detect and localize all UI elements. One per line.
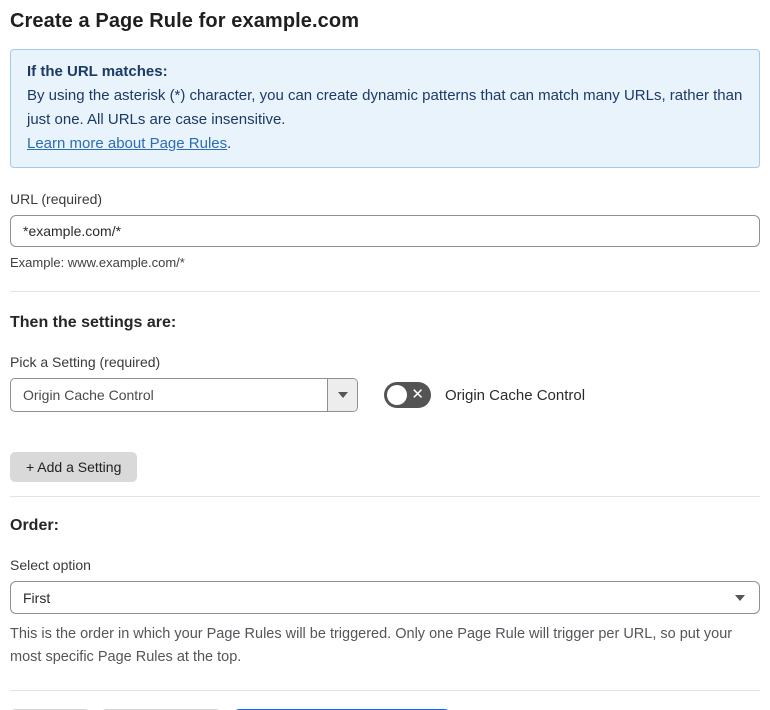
divider <box>10 496 760 497</box>
divider <box>10 291 760 292</box>
setting-select-arrow-button[interactable] <box>327 379 357 411</box>
url-example-hint: Example: www.example.com/* <box>10 255 185 270</box>
settings-section-heading: Then the settings are: <box>10 314 177 331</box>
learn-more-link[interactable]: Learn more about Page Rules <box>27 135 227 152</box>
setting-select[interactable]: Origin Cache Control <box>10 378 358 412</box>
toggle-knob <box>387 385 407 405</box>
url-match-info-box: If the URL matches: By using the asteris… <box>10 49 760 168</box>
info-box-body: By using the asterisk (*) character, you… <box>27 87 743 128</box>
link-period: . <box>227 135 232 152</box>
chevron-down-icon <box>337 392 348 398</box>
order-help-text: This is the order in which your Page Rul… <box>10 626 733 665</box>
url-field-label: URL (required) <box>10 191 103 207</box>
chevron-down-icon <box>735 595 745 601</box>
info-link-row: Learn more about Page Rules. <box>27 132 743 156</box>
order-section-heading: Order: <box>10 517 59 534</box>
create-page-rule-form: Create a Page Rule for example.com If th… <box>0 0 770 710</box>
page-title: Create a Page Rule for example.com <box>10 10 360 32</box>
add-setting-button[interactable]: + Add a Setting <box>10 452 138 482</box>
origin-cache-control-toggle[interactable]: ✕ <box>384 382 431 408</box>
info-box-heading: If the URL matches: <box>27 63 168 80</box>
order-select[interactable]: First <box>10 581 760 614</box>
url-input[interactable] <box>10 215 760 247</box>
pick-setting-label: Pick a Setting (required) <box>10 354 161 370</box>
setting-select-value: Origin Cache Control <box>23 387 154 403</box>
divider <box>10 690 760 691</box>
setting-row: Origin Cache Control ✕ Origin Cache Cont… <box>10 378 760 412</box>
toggle-off-x-icon: ✕ <box>411 386 424 403</box>
order-select-label: Select option <box>10 557 91 573</box>
toggle-label: Origin Cache Control <box>445 386 586 404</box>
order-select-value: First <box>23 589 51 606</box>
